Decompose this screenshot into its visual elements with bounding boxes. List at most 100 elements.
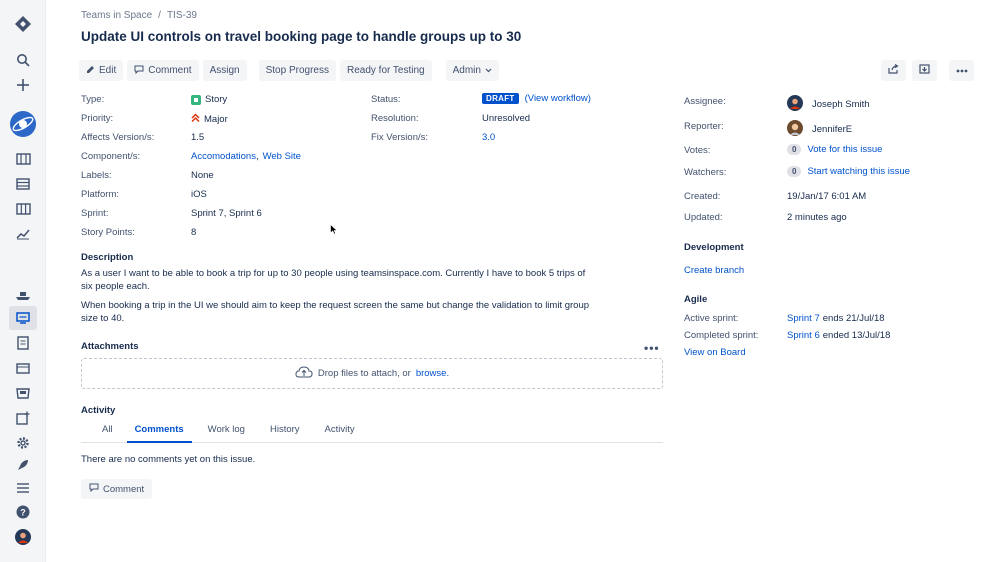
watch-link[interactable]: Start watching this issue xyxy=(807,166,909,177)
sprint-value[interactable]: Sprint 7, Sprint 6 xyxy=(191,208,262,219)
components-value: Accomodations , Web Site xyxy=(191,151,301,162)
breadcrumb-project-link[interactable]: Teams in Space xyxy=(81,10,152,21)
labels-value[interactable]: None xyxy=(191,170,214,181)
export-button[interactable] xyxy=(912,60,937,81)
reporter-label: Reporter: xyxy=(684,121,724,132)
jira-logo-icon[interactable] xyxy=(0,12,46,36)
activity-tabs: All Comments Work log History Activity xyxy=(81,424,663,443)
mouse-cursor-icon xyxy=(330,223,338,238)
issue-toolbar: Edit Comment Assign Stop Progress Ready … xyxy=(79,60,499,81)
edit-button[interactable]: Edit xyxy=(79,60,124,81)
updated-value: 2 minutes ago xyxy=(787,212,847,223)
watchers-count-badge: 0 xyxy=(787,166,802,177)
profile-avatar-icon[interactable] xyxy=(0,525,46,549)
share-button[interactable] xyxy=(881,60,906,81)
more-horizontal-icon xyxy=(956,65,968,76)
admin-dropdown[interactable]: Admin xyxy=(445,60,499,81)
affects-version-value[interactable]: 1.5 xyxy=(191,132,204,143)
backlog-icon[interactable] xyxy=(0,147,46,171)
calendar-icon[interactable] xyxy=(0,356,46,380)
upload-cloud-icon xyxy=(295,366,313,381)
pencil-icon xyxy=(86,65,95,76)
type-text: Story xyxy=(205,94,228,105)
component-link-web-site[interactable]: Web Site xyxy=(263,151,301,162)
more-actions-button[interactable] xyxy=(949,60,974,81)
reporter-avatar xyxy=(787,120,803,139)
tab-all[interactable]: All xyxy=(102,424,113,442)
comment-icon xyxy=(89,483,99,495)
drop-files-text: Drop files to attach, or xyxy=(317,368,411,379)
platform-value[interactable]: iOS xyxy=(191,189,207,200)
active-sprint-link[interactable]: Sprint 7 xyxy=(787,313,820,324)
votes-count-badge: 0 xyxy=(787,144,802,155)
attachments-more-button[interactable]: ••• xyxy=(644,341,660,355)
active-sprint-label: Active sprint: xyxy=(684,313,739,324)
releases-icon[interactable] xyxy=(0,381,46,405)
project-avatar-icon[interactable] xyxy=(0,110,46,138)
board-icon[interactable] xyxy=(0,172,46,196)
ship-icon[interactable] xyxy=(0,283,46,307)
completed-sprint-value: Sprint 6 ended 13/Jul/18 xyxy=(787,330,890,341)
search-icon[interactable] xyxy=(0,48,46,72)
settings-icon[interactable] xyxy=(0,431,46,455)
assignee-value[interactable]: Joseph Smith xyxy=(787,95,870,114)
votes-label: Votes: xyxy=(684,145,711,156)
pages-icon[interactable] xyxy=(0,331,46,355)
attachment-dropzone[interactable]: Drop files to attach, or browse. xyxy=(81,358,663,389)
rocket-icon[interactable] xyxy=(0,453,46,477)
completed-sprint-label: Completed sprint: xyxy=(684,330,759,341)
view-workflow-link[interactable]: (View workflow) xyxy=(525,93,591,104)
description-paragraph-2[interactable]: When booking a trip in the UI we should … xyxy=(81,299,641,325)
completed-sprint-link[interactable]: Sprint 6 xyxy=(787,330,820,341)
browse-link[interactable]: browse. xyxy=(416,368,449,379)
component-link-accomodations[interactable]: Accomodations xyxy=(191,151,256,162)
comment-label: Comment xyxy=(148,65,192,76)
major-priority-icon xyxy=(191,113,200,125)
reporter-name: JenniferE xyxy=(812,124,853,135)
description-p1-line1: As a user I want to be able to book a tr… xyxy=(81,268,586,279)
reports-icon[interactable] xyxy=(0,222,46,246)
created-label: Created: xyxy=(684,191,721,202)
reporter-value[interactable]: JenniferE xyxy=(787,120,852,139)
tab-activity[interactable]: Activity xyxy=(325,424,355,442)
description-p1-line2: six people each. xyxy=(81,281,150,292)
ready-for-testing-button[interactable]: Ready for Testing xyxy=(339,60,432,81)
watchers-label: Watchers: xyxy=(684,167,727,178)
view-on-board-link[interactable]: View on Board xyxy=(684,347,746,358)
tab-work-log[interactable]: Work log xyxy=(208,424,245,442)
chevron-down-icon xyxy=(485,65,492,76)
columns-icon[interactable] xyxy=(0,197,46,221)
admin-label: Admin xyxy=(452,65,481,76)
fix-version-label: Fix Version/s: xyxy=(371,132,429,143)
left-sidebar: ? xyxy=(0,0,46,562)
plus-icon[interactable] xyxy=(0,73,46,97)
stop-progress-button[interactable]: Stop Progress xyxy=(258,60,336,81)
issues-icon[interactable] xyxy=(0,306,46,330)
status-badge[interactable]: DRAFT xyxy=(482,93,519,104)
active-sprint-ends: ends 21/Jul/18 xyxy=(822,313,885,324)
breadcrumb-issue-key-link[interactable]: TIS-39 xyxy=(167,10,197,21)
components-label: Component/s: xyxy=(81,151,141,162)
add-item-icon[interactable] xyxy=(0,406,46,430)
priority-label: Priority: xyxy=(81,113,114,124)
create-branch-link[interactable]: Create branch xyxy=(684,265,744,276)
labels-label: Labels: xyxy=(81,170,112,181)
comment-button[interactable]: Comment xyxy=(127,60,199,81)
help-icon[interactable]: ? xyxy=(0,500,46,524)
tab-history[interactable]: History xyxy=(270,424,300,442)
assignee-avatar xyxy=(787,95,803,114)
description-paragraph-1[interactable]: As a user I want to be able to book a tr… xyxy=(81,267,641,293)
status-value: DRAFT (View workflow) xyxy=(482,93,591,104)
tab-comments[interactable]: Comments xyxy=(126,424,192,443)
assign-button[interactable]: Assign xyxy=(202,60,247,81)
description-p2-line2: size to 40. xyxy=(81,313,125,324)
development-heading: Development xyxy=(684,242,744,253)
story-points-value[interactable]: 8 xyxy=(191,227,196,238)
vote-link[interactable]: Vote for this issue xyxy=(807,144,882,155)
fix-version-link[interactable]: 3.0 xyxy=(482,132,495,143)
watchers-value: 0 Start watching this issue xyxy=(787,166,910,177)
add-comment-button[interactable]: Comment xyxy=(81,479,153,499)
completed-sprint-ended: ended 13/Jul/18 xyxy=(822,330,891,341)
menu-icon[interactable] xyxy=(0,476,46,500)
page-title[interactable]: Update UI controls on travel booking pag… xyxy=(81,29,521,44)
